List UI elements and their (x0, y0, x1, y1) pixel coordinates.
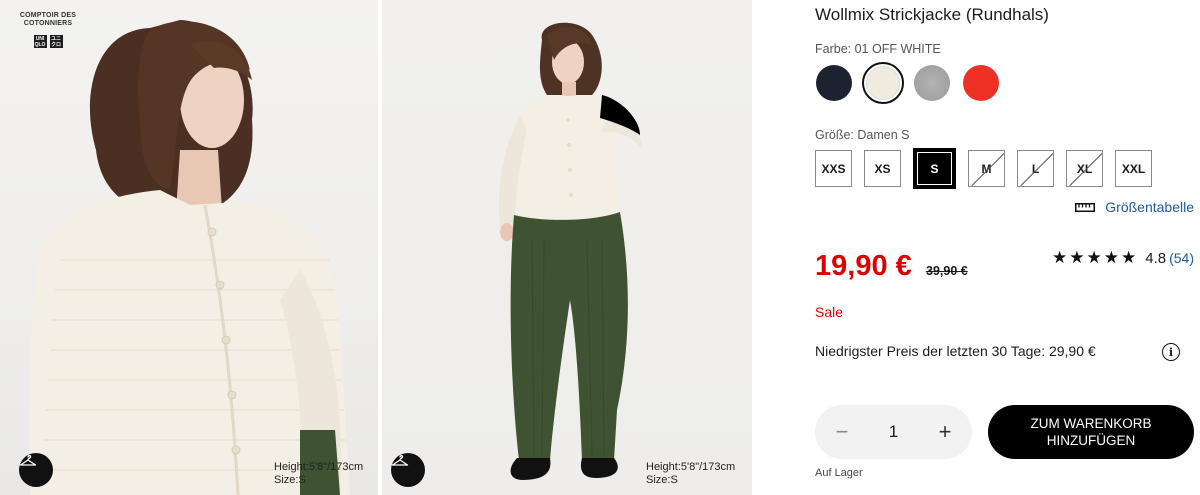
ruler-icon (1075, 202, 1096, 212)
size-label: Größe: Damen S (815, 128, 910, 142)
color-label: Farbe: 01 OFF WHITE (815, 42, 941, 56)
original-price: 39,90 € (926, 264, 968, 278)
size-l[interactable]: L (1017, 150, 1054, 187)
hanger-icon-button[interactable] (19, 453, 53, 487)
model-closeup-illustration (29, 20, 351, 495)
sale-price: 19,90 € (815, 250, 912, 282)
color-swatches (813, 62, 1002, 104)
swatch-grey[interactable] (911, 62, 953, 104)
hanger-icon-button-2[interactable] (391, 453, 425, 487)
logo-box-right: ユニ クロ (49, 35, 63, 48)
size-chart-label: Größentabelle (1105, 199, 1194, 215)
size-selector: XXS XS S M L XL XXL (815, 148, 1152, 189)
collab-brand-text: COMPTOIR DES COTONNIERS (19, 12, 77, 27)
size-xs[interactable]: XS (864, 150, 901, 187)
rating-value: 4.8 (1145, 249, 1167, 267)
product-image-closeup[interactable]: COMPTOIR DES COTONNIERS UNI QLO ユニ クロ He… (0, 0, 378, 495)
lowest-price-text: Niedrigster Preis der letzten 30 Tage: 2… (815, 343, 1096, 359)
model-height: Height:5'8"/173cm (274, 461, 364, 473)
hanger-icon (19, 454, 37, 466)
size-xxs[interactable]: XXS (815, 150, 852, 187)
product-title: Wollmix Strickjacke (Rundhals) (815, 5, 1049, 24)
brand-logo: COMPTOIR DES COTONNIERS UNI QLO ユニ クロ (16, 12, 80, 48)
size-m[interactable]: M (968, 150, 1005, 187)
logo-box-left: UNI QLO (33, 35, 47, 48)
star-rating-icon: ★★★★★ (1052, 248, 1139, 267)
swatch-red[interactable] (960, 62, 1002, 104)
model-height: Height:5'8"/173cm (646, 461, 736, 473)
decrease-quantity-button[interactable]: − (832, 419, 852, 445)
product-info-panel: Wollmix Strickjacke (Rundhals) Farbe: 01… (752, 0, 1200, 495)
model-fullbody-illustration (498, 22, 643, 480)
hanger-icon (391, 454, 409, 466)
uniqlo-logo: UNI QLO ユニ クロ (16, 35, 80, 48)
product-rating: ★★★★★ 4.8 (54) (1052, 248, 1194, 268)
size-s[interactable]: S (913, 148, 956, 189)
quantity-value: 1 (888, 422, 899, 441)
add-to-cart-button[interactable]: ZUM WARENKORB HINZUFÜGEN (988, 405, 1194, 459)
product-image-fullbody[interactable]: Height:5'8"/173cm Size:S (382, 0, 752, 495)
quantity-stepper: − 1 + (815, 405, 972, 459)
size-xxl[interactable]: XXL (1115, 150, 1152, 187)
model-size: Size:S (274, 474, 306, 486)
review-count-link[interactable]: (54) (1169, 250, 1194, 266)
model-size: Size:S (646, 474, 678, 486)
swatch-navy[interactable] (813, 62, 855, 104)
model-info-2: Height:5'8"/173cm Size:S (646, 461, 735, 487)
size-xl[interactable]: XL (1066, 150, 1103, 187)
model-info: Height:5'8"/173cm Size:S (274, 461, 363, 487)
size-chart-link[interactable]: Größentabelle (1075, 199, 1194, 215)
swatch-off-white[interactable] (862, 62, 904, 104)
sale-label: Sale (815, 304, 844, 320)
info-icon[interactable]: i (1162, 343, 1180, 361)
stock-status: Auf Lager (815, 467, 863, 479)
increase-quantity-button[interactable]: + (935, 419, 955, 445)
